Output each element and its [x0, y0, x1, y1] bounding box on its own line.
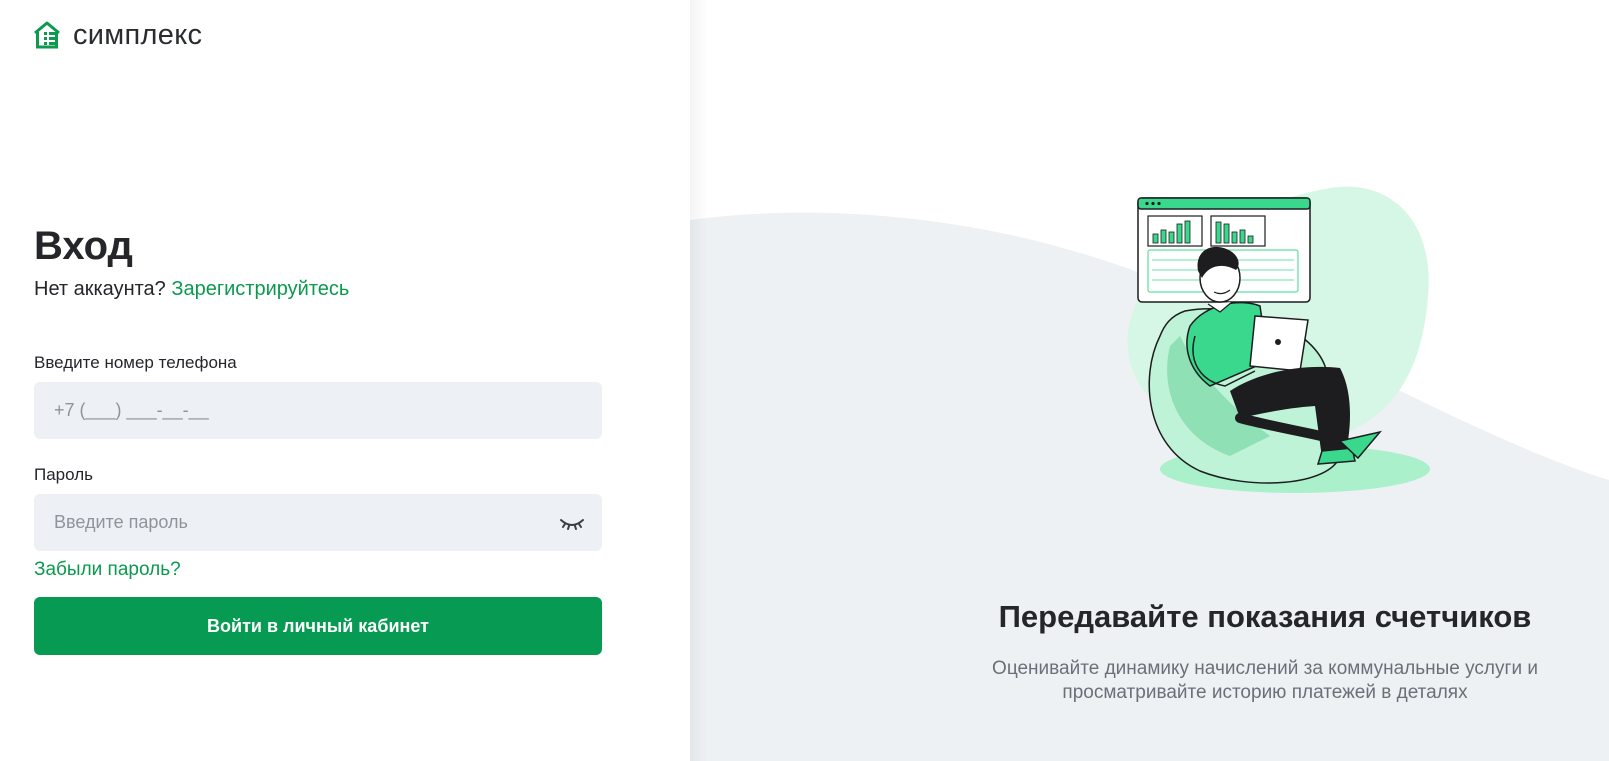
- password-input[interactable]: [34, 494, 602, 551]
- page-title: Вход: [34, 224, 133, 268]
- promo-text: Оценивайте динамику начислений за коммун…: [992, 658, 1538, 703]
- password-field: [34, 494, 602, 551]
- promo-title: Передавайте показания счетчиков: [998, 599, 1532, 634]
- house-logo-icon: [34, 21, 60, 49]
- register-link[interactable]: Зарегистрируйтесь: [171, 278, 349, 300]
- password-label: Пароль: [34, 465, 93, 484]
- no-account-text: Нет аккаунта?: [34, 278, 166, 300]
- panel-edge-shadow: [690, 0, 708, 761]
- brand-name: симплекс: [73, 19, 203, 51]
- register-line: Нет аккаунта? Зарегистрируйтесь: [34, 276, 602, 302]
- promo-panel: Передавайте показания счетчиков Оценивай…: [690, 0, 1609, 761]
- eye-closed-icon[interactable]: [558, 513, 586, 533]
- forgot-password-link[interactable]: Забыли пароль?: [34, 559, 181, 581]
- phone-input[interactable]: [34, 382, 602, 439]
- phone-field: [34, 382, 602, 439]
- login-page: симплекс Вход Нет аккаунта? Зарегистриру…: [0, 0, 1609, 761]
- login-form: Вход Нет аккаунта? Зарегистрируйтесь Вве…: [34, 222, 602, 655]
- brand-logo[interactable]: симплекс: [33, 20, 202, 50]
- man-with-laptop-illustration: [1127, 186, 1430, 493]
- login-panel: симплекс Вход Нет аккаунта? Зарегистриру…: [0, 0, 690, 761]
- phone-label: Введите номер телефона: [34, 353, 237, 372]
- login-submit-button[interactable]: Войти в личный кабинет: [34, 597, 602, 655]
